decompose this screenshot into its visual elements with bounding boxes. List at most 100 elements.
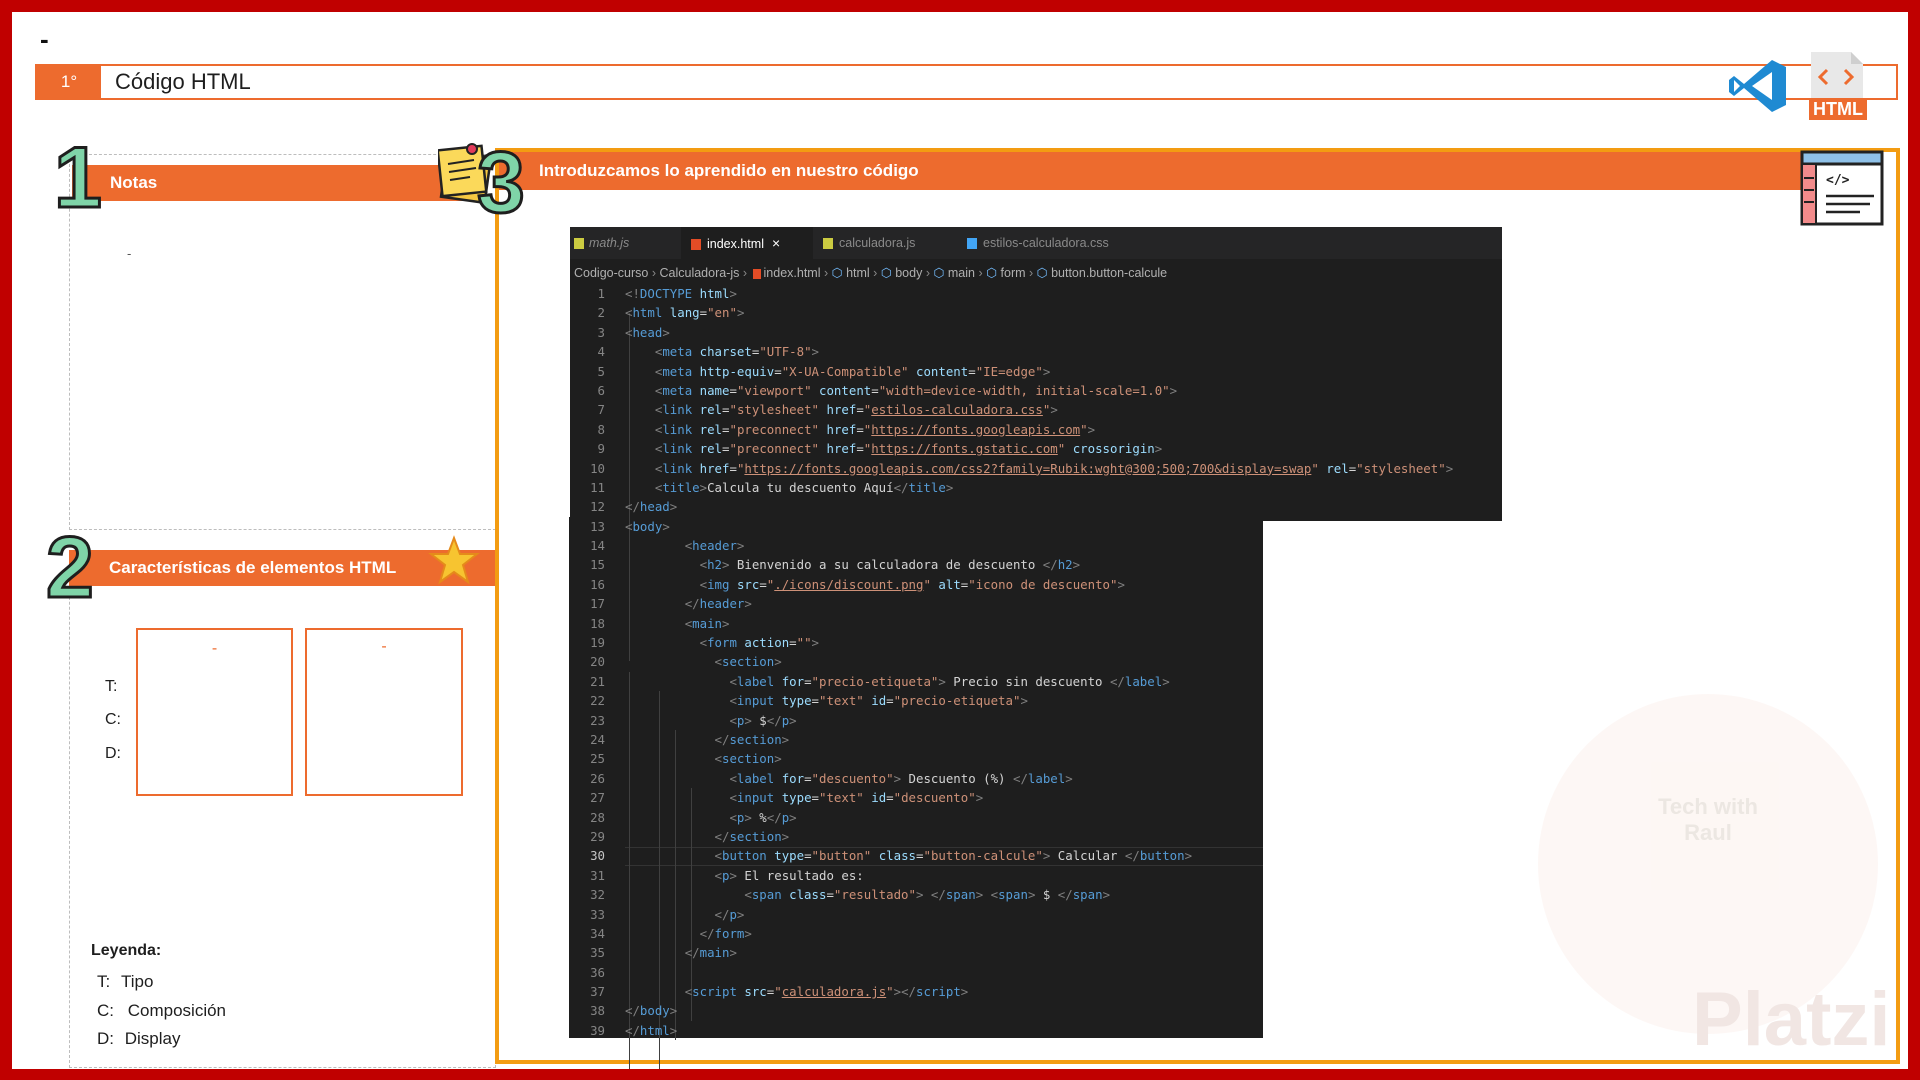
line-number: 2	[597, 305, 605, 321]
line-number: 27	[590, 790, 605, 806]
code-line: 11 <title>Calcula tu descuento Aquí</tit…	[569, 478, 1501, 497]
legend-key: C:	[97, 1001, 114, 1020]
code-line: 35 </main>	[569, 943, 1501, 962]
code-text: <script src="calculadora.js"></script>	[684, 984, 969, 1000]
code-line: 5 <meta http-equiv="X-UA-Compatible" con…	[569, 362, 1501, 381]
tab-label: calculadora.js	[839, 236, 916, 250]
html-file-icon: HTML	[1807, 48, 1867, 120]
code-text: <meta charset="UTF-8">	[654, 344, 819, 360]
step-badge: 1°	[37, 66, 101, 98]
breadcrumb-item[interactable]: button.button-calcule	[1051, 266, 1167, 280]
code-text: <meta http-equiv="X-UA-Compatible" conte…	[654, 363, 1051, 379]
line-number: 13	[590, 518, 605, 534]
code-line: 38 </body>	[569, 1001, 1501, 1020]
legend-value: Composición	[127, 1001, 226, 1020]
code-text: <p> El resultado es:	[714, 867, 864, 883]
line-number: 6	[597, 382, 605, 398]
code-line: 8 <link rel="preconnect" href="https://f…	[569, 420, 1501, 439]
line-number: 36	[590, 964, 605, 980]
line-number: 35	[590, 945, 605, 961]
code-text: <h2> Bienvenido a su calculadora de desc…	[699, 557, 1081, 573]
element-icon: ⬡	[831, 266, 843, 280]
code-line: 28 <p> %</p>	[569, 808, 1501, 827]
code-text: <form action="">	[699, 635, 820, 651]
line-number: 34	[590, 925, 605, 941]
legend-key: D:	[97, 1029, 114, 1048]
page-title: Código HTML	[115, 69, 251, 94]
breadcrumb-item[interactable]: index.html	[764, 266, 821, 280]
legend-item-c: C: Composición	[97, 1001, 226, 1021]
code-line: 18 <main>	[569, 614, 1501, 633]
code-line: 17 </header>	[569, 594, 1501, 613]
code-line: 9 <link rel="preconnect" href="https://f…	[569, 439, 1501, 458]
legend-value: Tipo	[120, 972, 154, 991]
breadcrumb-item[interactable]: form	[1001, 266, 1026, 280]
code-line: 31 <p> El resultado es:	[569, 866, 1501, 885]
code-line: 13 <body>	[569, 517, 1501, 536]
tab-calculadora-js[interactable]: calculadora.js	[813, 227, 953, 259]
line-number: 38	[590, 1003, 605, 1019]
breadcrumb-item[interactable]: Calculadora-js	[659, 266, 739, 280]
code-line: 24 </section>	[569, 730, 1501, 749]
code-text: <link rel="stylesheet" href="estilos-cal…	[654, 402, 1058, 418]
code-line: 23 <p> $</p>	[569, 711, 1501, 730]
tab-close-icon[interactable]: ×	[772, 235, 780, 251]
code-text: </main>	[684, 945, 737, 961]
code-line: 20 <section>	[569, 652, 1501, 671]
line-number: 10	[590, 460, 605, 476]
code-line: 22 <input type="text" id="precio-etiquet…	[569, 691, 1501, 710]
notes-title: Notas	[110, 173, 158, 192]
code-line: 25 <section>	[569, 749, 1501, 768]
code-line: 2 <html lang="en">	[569, 303, 1501, 322]
breadcrumb-item[interactable]: html	[846, 266, 870, 280]
line-number: 16	[590, 576, 605, 592]
line-number: 15	[590, 557, 605, 573]
section-number-3: 3	[476, 135, 527, 231]
code-line: 37 <script src="calculadora.js"></script…	[569, 982, 1501, 1001]
code-line: 36	[569, 963, 1501, 982]
feature-box-2: -	[305, 628, 463, 796]
code-text: <link rel="preconnect" href="https://fon…	[654, 421, 1096, 437]
practice-title: Introduzcamos lo aprendido en nuestro có…	[539, 161, 919, 180]
code-text: <label for="descuento"> Descuento (%) </…	[729, 770, 1073, 786]
code-line: 15 <h2> Bienvenido a su calculadora de d…	[569, 555, 1501, 574]
css-icon	[967, 238, 977, 250]
code-line: 27 <input type="text" id="descuento">	[569, 788, 1501, 807]
breadcrumb-item[interactable]: body	[895, 266, 922, 280]
element-icon: ⬡	[880, 266, 892, 280]
code-text: </p>	[714, 906, 745, 922]
title-bar: 1° Código HTML	[35, 64, 1898, 100]
star-icon	[428, 535, 480, 585]
code-area[interactable]: 1 <!DOCTYPE html> 2 <html lang="en"> 3 <hea…	[569, 284, 1501, 1069]
tab-math-js[interactable]: math.js	[570, 227, 680, 259]
code-line: 32 <span class="resultado"> </span> <spa…	[569, 885, 1501, 904]
line-number: 9	[597, 441, 605, 457]
breadcrumb-item[interactable]: main	[948, 266, 975, 280]
section-number-1: 1	[53, 130, 104, 226]
code-text: <body>	[625, 518, 670, 534]
code-text: </section>	[714, 731, 790, 747]
line-number: 31	[590, 867, 605, 883]
legend-value: Display	[124, 1029, 181, 1048]
breadcrumb-item[interactable]: Codigo-curso	[574, 266, 648, 280]
feature-box-2-dash: -	[381, 638, 387, 655]
js-icon	[823, 238, 833, 250]
line-number: 23	[590, 712, 605, 728]
code-text: <link href="https://fonts.googleapis.com…	[654, 460, 1454, 476]
file-code-icon	[1811, 52, 1863, 100]
code-text: </body>	[625, 1003, 678, 1019]
line-number: 37	[590, 984, 605, 1000]
line-number: 39	[590, 1022, 605, 1038]
legend-key: T:	[97, 972, 111, 991]
html5-icon	[691, 239, 701, 251]
line-number: 22	[590, 693, 605, 709]
watermark-text-2: Raul	[1684, 820, 1732, 845]
tab-index-html[interactable]: index.html ×	[681, 227, 813, 259]
code-text: <button type="button" class="button-calc…	[714, 848, 1193, 864]
tab-estilos-css[interactable]: estilos-calculadora.css	[953, 227, 1143, 259]
line-number: 33	[590, 906, 605, 922]
practice-header: Introduzcamos lo aprendido en nuestro có…	[499, 152, 1879, 190]
line-number: 30	[590, 848, 605, 864]
code-text: </head>	[625, 499, 678, 515]
feature-box-1-dash: -	[211, 640, 218, 657]
